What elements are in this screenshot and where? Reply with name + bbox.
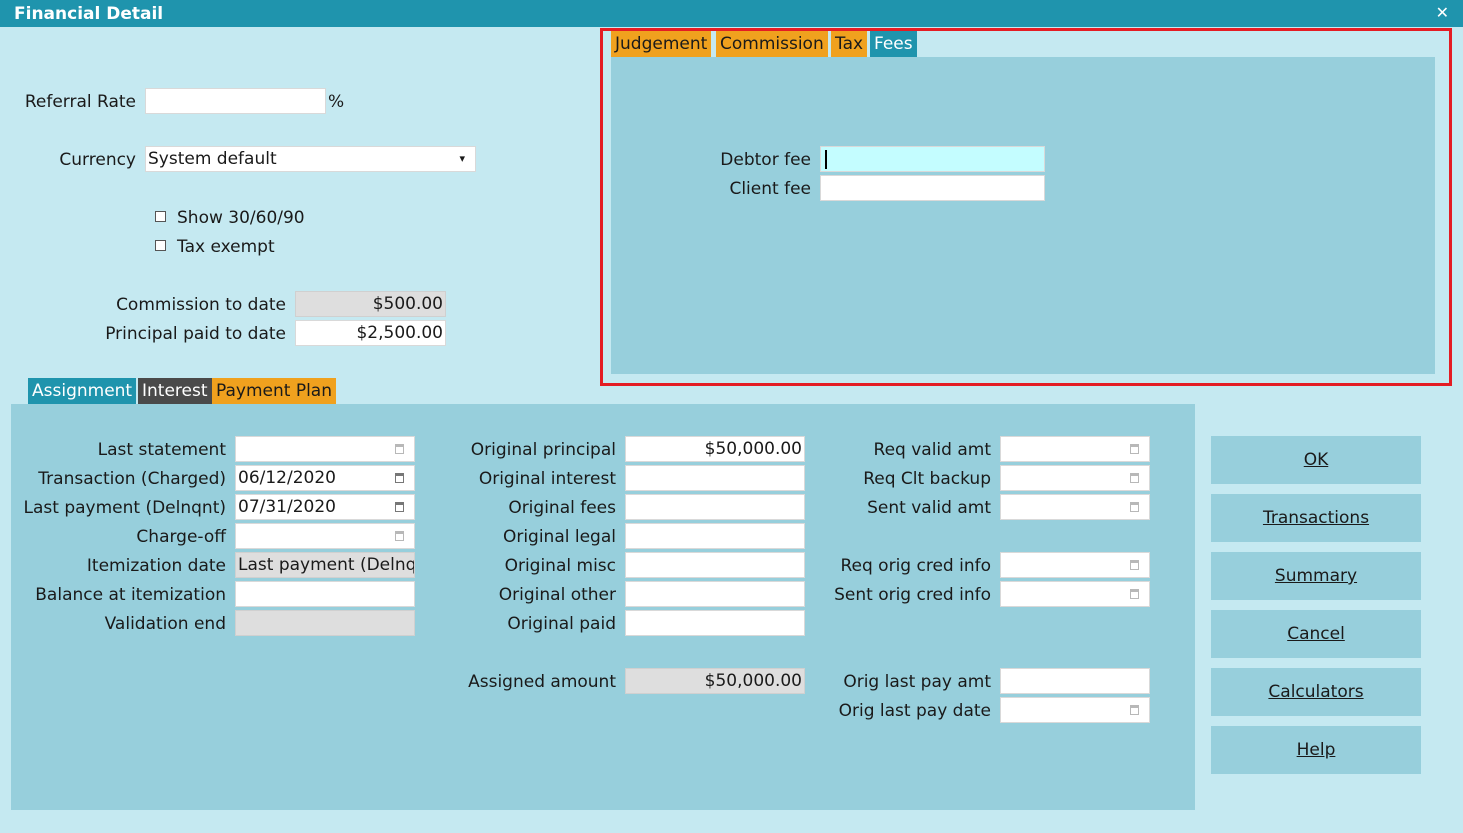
fees-panel <box>611 57 1435 374</box>
orig-last-pay-date-label: Orig last pay date <box>838 701 991 721</box>
calendar-icon[interactable] <box>395 531 404 541</box>
original-paid-label: Original paid <box>507 614 616 634</box>
show-30-60-90-checkbox[interactable] <box>155 211 166 222</box>
title-bar: Financial Detail ✕ <box>0 0 1463 27</box>
client-fee-input[interactable] <box>820 175 1045 201</box>
cancel-button[interactable]: Cancel <box>1211 610 1421 658</box>
last-statement-date-field[interactable] <box>235 436 415 462</box>
assigned-amount-field: $50,000.00 <box>625 668 805 694</box>
sent-valid-amt-label: Sent valid amt <box>867 498 991 518</box>
calendar-icon[interactable] <box>395 502 404 512</box>
charge-off-label: Charge-off <box>136 527 226 547</box>
tab-judgement[interactable]: Judgement <box>611 31 712 57</box>
balance-at-itemization-label: Balance at itemization <box>35 585 226 605</box>
currency-value: System default <box>148 149 277 169</box>
tax-exempt-checkbox[interactable] <box>155 240 166 251</box>
req-orig-cred-info-date-field[interactable] <box>1000 552 1150 578</box>
tab-interest[interactable]: Interest <box>138 378 212 404</box>
commission-to-date-label: Commission to date <box>116 295 286 315</box>
currency-label: Currency <box>59 150 136 170</box>
percent-unit: % <box>328 92 345 112</box>
calendar-icon[interactable] <box>1130 473 1139 483</box>
req-valid-amt-label: Req valid amt <box>873 440 991 460</box>
charge-off-date-field[interactable] <box>235 523 415 549</box>
sent-orig-cred-info-label: Sent orig cred info <box>834 585 991 605</box>
tab-fees[interactable]: Fees <box>870 31 917 57</box>
tab-tax[interactable]: Tax <box>831 31 868 57</box>
original-other-label: Original other <box>498 585 616 605</box>
calendar-icon[interactable] <box>1130 589 1139 599</box>
original-paid-input[interactable] <box>625 610 805 636</box>
sent-orig-cred-info-date-field[interactable] <box>1000 581 1150 607</box>
original-legal-label: Original legal <box>502 527 616 547</box>
original-legal-input[interactable] <box>625 523 805 549</box>
debtor-fee-label: Debtor fee <box>720 150 811 170</box>
last-payment-label: Last payment (Delnqnt) <box>23 498 227 518</box>
validation-end-field <box>235 610 415 636</box>
orig-last-pay-amt-input[interactable] <box>1000 668 1150 694</box>
orig-last-pay-amt-label: Orig last pay amt <box>843 672 991 692</box>
balance-at-itemization-input[interactable] <box>235 581 415 607</box>
calendar-icon[interactable] <box>1130 560 1139 570</box>
text-cursor <box>825 150 827 169</box>
chevron-down-icon[interactable]: ▾ <box>459 147 465 171</box>
calendar-icon[interactable] <box>1130 502 1139 512</box>
ok-button[interactable]: OK <box>1211 436 1421 484</box>
client-fee-label: Client fee <box>729 179 811 199</box>
calendar-icon[interactable] <box>395 473 404 483</box>
original-principal-input[interactable]: $50,000.00 <box>625 436 805 462</box>
help-button[interactable]: Help <box>1211 726 1421 774</box>
tab-payment-plan[interactable]: Payment Plan <box>212 378 336 404</box>
calendar-icon[interactable] <box>395 444 404 454</box>
req-clt-backup-label: Req Clt backup <box>863 469 991 489</box>
debtor-fee-input[interactable] <box>820 146 1045 172</box>
transaction-charged-date-field[interactable]: 06/12/2020 <box>235 465 415 491</box>
referral-rate-input[interactable] <box>145 88 326 114</box>
original-misc-label: Original misc <box>504 556 616 576</box>
commission-to-date-field: $500.00 <box>295 291 446 317</box>
transaction-charged-label: Transaction (Charged) <box>38 469 226 489</box>
transactions-button[interactable]: Transactions <box>1211 494 1421 542</box>
principal-paid-label: Principal paid to date <box>105 324 286 344</box>
assigned-amount-label: Assigned amount <box>468 672 616 692</box>
calculators-button[interactable]: Calculators <box>1211 668 1421 716</box>
referral-rate-label: Referral Rate <box>24 92 136 112</box>
show-30-60-90-label: Show 30/60/90 <box>177 208 305 228</box>
calendar-icon[interactable] <box>1130 444 1139 454</box>
req-clt-backup-date-field[interactable] <box>1000 465 1150 491</box>
calendar-icon[interactable] <box>1130 705 1139 715</box>
original-principal-label: Original principal <box>470 440 616 460</box>
last-statement-label: Last statement <box>97 440 226 460</box>
summary-button[interactable]: Summary <box>1211 552 1421 600</box>
tab-commission[interactable]: Commission <box>716 31 828 57</box>
original-interest-label: Original interest <box>478 469 616 489</box>
last-payment-date-field[interactable]: 07/31/2020 <box>235 494 415 520</box>
validation-end-label: Validation end <box>104 614 226 634</box>
original-fees-input[interactable] <box>625 494 805 520</box>
currency-select[interactable]: System default ▾ <box>145 146 476 172</box>
req-valid-amt-date-field[interactable] <box>1000 436 1150 462</box>
original-interest-input[interactable] <box>625 465 805 491</box>
original-fees-label: Original fees <box>508 498 616 518</box>
req-orig-cred-info-label: Req orig cred info <box>840 556 991 576</box>
orig-last-pay-date-field[interactable] <box>1000 697 1150 723</box>
principal-paid-field[interactable]: $2,500.00 <box>295 320 446 346</box>
original-other-input[interactable] <box>625 581 805 607</box>
sent-valid-amt-date-field[interactable] <box>1000 494 1150 520</box>
itemization-date-label: Itemization date <box>86 556 226 576</box>
tax-exempt-label: Tax exempt <box>177 237 275 257</box>
close-icon[interactable]: ✕ <box>1436 3 1449 22</box>
tab-assignment[interactable]: Assignment <box>28 378 137 404</box>
itemization-date-field: Last payment (Delnqnt) <box>235 552 415 578</box>
original-misc-input[interactable] <box>625 552 805 578</box>
window-title: Financial Detail <box>14 4 164 24</box>
